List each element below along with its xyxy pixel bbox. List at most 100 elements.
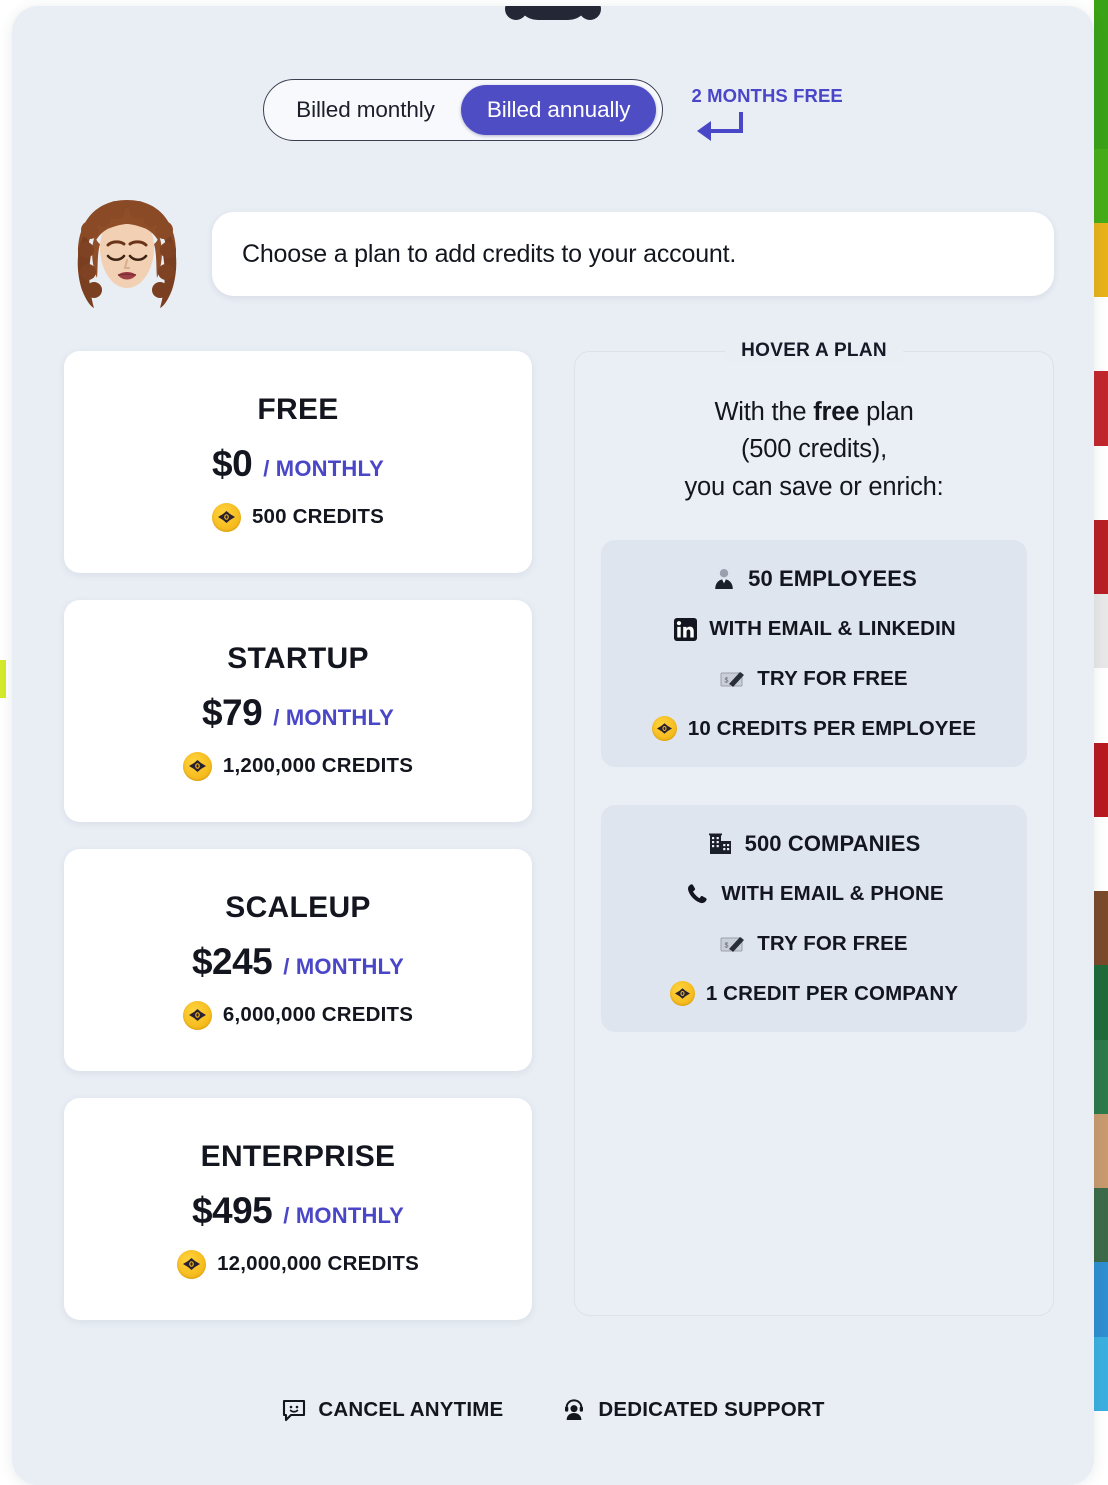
plan-price-row: $245 / MONTHLY bbox=[192, 941, 404, 983]
plan-price-row: $495 / MONTHLY bbox=[192, 1190, 404, 1232]
plan-credits: 12,000,000 CREDITS bbox=[217, 1252, 419, 1275]
feature-text: 500 COMPANIES bbox=[744, 831, 921, 857]
background-color-chip bbox=[1094, 1039, 1108, 1114]
credit-coin-icon bbox=[177, 1249, 207, 1279]
feature-row: 500 COMPANIES bbox=[619, 831, 1009, 857]
feature-box-employees: 50 EMPLOYEES WITH EMAIL & LINKEDIN $ TRY… bbox=[601, 540, 1027, 768]
hover-plan-panel: HOVER A PLAN With the free plan (500 cre… bbox=[574, 340, 1054, 1316]
background-color-chip bbox=[1094, 519, 1108, 594]
feature-row: WITH EMAIL & PHONE bbox=[619, 881, 1009, 907]
headline-action: you can save or enrich: bbox=[684, 472, 944, 501]
svg-text:$: $ bbox=[725, 678, 729, 685]
plan-price: $245 bbox=[191, 940, 273, 982]
background-color-chip bbox=[1094, 1410, 1108, 1485]
hover-panel-legend: HOVER A PLAN bbox=[725, 340, 903, 362]
plan-name: SCALEUP bbox=[225, 890, 371, 924]
background-color-chip bbox=[1094, 742, 1108, 817]
credit-coin-icon bbox=[211, 502, 241, 532]
plan-list: FREE $0 / MONTHLY 500 CREDITS STARTUP $7… bbox=[64, 351, 532, 1320]
background-color-chip bbox=[1094, 594, 1108, 669]
background-color-chip bbox=[1094, 891, 1108, 966]
background-color-chip bbox=[1094, 371, 1108, 446]
footer-text: DEDICATED SUPPORT bbox=[598, 1398, 825, 1421]
background-color-chip bbox=[1094, 1113, 1108, 1188]
background-color-chip bbox=[1094, 148, 1108, 223]
background-color-chip bbox=[1094, 74, 1108, 149]
background-color-chip bbox=[1094, 1262, 1108, 1337]
plan-period: / MONTHLY bbox=[283, 1202, 405, 1228]
credit-coin-icon bbox=[182, 751, 212, 781]
footer-assurances: CANCEL ANYTIME DEDICATED SUPPORT bbox=[12, 1397, 1094, 1423]
plan-card-scaleup[interactable]: SCALEUP $245 / MONTHLY 6,000,000 CREDITS bbox=[64, 849, 532, 1071]
plan-price-row: $0 / MONTHLY bbox=[212, 443, 384, 485]
feature-text: TRY FOR FREE bbox=[757, 932, 908, 956]
billing-option-annually[interactable]: Billed annually bbox=[460, 85, 657, 135]
credit-coin-icon bbox=[651, 716, 677, 742]
assistant-message: Choose a plan to add credits to your acc… bbox=[212, 212, 1054, 296]
plan-card-enterprise[interactable]: ENTERPRISE $495 / MONTHLY 12,000,000 CRE… bbox=[64, 1098, 532, 1320]
feature-text: WITH EMAIL & PHONE bbox=[721, 882, 944, 906]
feature-row: 10 CREDITS PER EMPLOYEE bbox=[619, 716, 1009, 742]
plan-period: / MONTHLY bbox=[263, 455, 384, 481]
plan-card-startup[interactable]: STARTUP $79 / MONTHLY 1,200,000 CREDITS bbox=[64, 600, 532, 822]
plan-period: / MONTHLY bbox=[283, 953, 405, 979]
footer-item-dedicated-support: DEDICATED SUPPORT bbox=[561, 1397, 824, 1423]
feature-row: 50 EMPLOYEES bbox=[619, 566, 1009, 592]
plan-credits-row: 500 CREDITS bbox=[211, 502, 385, 532]
background-color-chip bbox=[1094, 445, 1108, 520]
avatar bbox=[77, 200, 177, 308]
plan-name: FREE bbox=[257, 392, 339, 426]
billing-toggle[interactable]: Billed monthly Billed annually bbox=[263, 79, 664, 141]
chat-smile-icon bbox=[281, 1397, 307, 1423]
billing-option-monthly[interactable]: Billed monthly bbox=[270, 85, 461, 135]
curved-left-arrow-icon bbox=[697, 112, 744, 141]
background-color-chip bbox=[1094, 668, 1108, 743]
feature-text: TRY FOR FREE bbox=[757, 667, 908, 691]
plan-price: $79 bbox=[201, 691, 263, 733]
plan-credits: 500 CREDITS bbox=[251, 505, 385, 528]
linkedin-icon bbox=[672, 616, 698, 642]
background-color-chip bbox=[1094, 222, 1108, 297]
plan-credits-row: 12,000,000 CREDITS bbox=[177, 1249, 419, 1279]
feature-row: WITH EMAIL & LINKEDIN bbox=[619, 616, 1009, 642]
footer-text: CANCEL ANYTIME bbox=[318, 1398, 504, 1421]
plan-card-free[interactable]: FREE $0 / MONTHLY 500 CREDITS bbox=[64, 351, 532, 573]
plan-credits-row: 1,200,000 CREDITS bbox=[182, 751, 414, 781]
feature-row: $ TRY FOR FREE bbox=[619, 666, 1009, 692]
background-color-chip bbox=[1094, 965, 1108, 1040]
promo-callout: 2 MONTHS FREE bbox=[691, 85, 843, 141]
promo-label: 2 MONTHS FREE bbox=[691, 85, 843, 106]
feature-text: 50 EMPLOYEES bbox=[748, 566, 917, 592]
headline-credits: (500 credits), bbox=[740, 435, 887, 464]
plan-name: ENTERPRISE bbox=[200, 1139, 396, 1173]
phone-icon bbox=[684, 881, 710, 907]
background-color-chip bbox=[1094, 0, 1108, 75]
modal-top-handle bbox=[505, 6, 601, 20]
plan-credits: 1,200,000 CREDITS bbox=[222, 754, 414, 777]
plan-price: $495 bbox=[191, 1189, 273, 1231]
headline-pre: With the bbox=[714, 398, 814, 426]
plan-credits-row: 6,000,000 CREDITS bbox=[182, 1000, 413, 1030]
building-icon bbox=[708, 831, 734, 857]
svg-text:$: $ bbox=[725, 943, 729, 950]
headline-plan-name: free bbox=[813, 398, 860, 426]
plan-price: $0 bbox=[212, 442, 253, 484]
billing-toggle-row: Billed monthly Billed annually 2 MONTHS … bbox=[12, 79, 1094, 141]
plan-price-row: $79 / MONTHLY bbox=[202, 692, 394, 734]
feature-text: 1 CREDIT PER COMPANY bbox=[705, 981, 959, 1005]
feature-box-companies: 500 COMPANIES WITH EMAIL & PHONE $ TRY F… bbox=[601, 805, 1027, 1033]
cheque-icon: $ bbox=[720, 931, 746, 957]
background-strip-left bbox=[0, 660, 6, 698]
headline-post: plan bbox=[859, 398, 914, 426]
feature-text: WITH EMAIL & LINKEDIN bbox=[709, 617, 956, 641]
support-agent-icon bbox=[561, 1397, 587, 1423]
footer-item-cancel-anytime: CANCEL ANYTIME bbox=[281, 1397, 503, 1423]
hover-headline: With the free plan (500 credits), you ca… bbox=[601, 394, 1027, 506]
background-color-chip bbox=[1094, 297, 1108, 372]
person-icon bbox=[711, 566, 737, 592]
background-color-chip bbox=[1094, 1188, 1108, 1263]
pricing-modal: Billed monthly Billed annually 2 MONTHS … bbox=[12, 6, 1094, 1485]
cheque-icon: $ bbox=[720, 666, 746, 692]
plan-period: / MONTHLY bbox=[273, 704, 394, 730]
assistant-row: Choose a plan to add credits to your acc… bbox=[64, 196, 1054, 312]
